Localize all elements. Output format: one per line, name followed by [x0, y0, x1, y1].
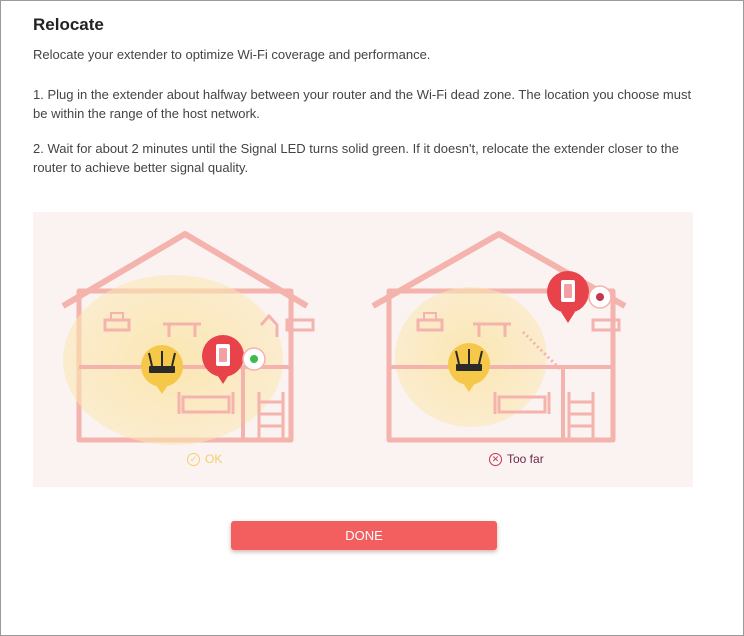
extender-icon-far — [547, 271, 612, 323]
step-2-text: 2. Wait for about 2 minutes until the Si… — [33, 141, 679, 175]
dialog-title: Relocate — [33, 15, 104, 34]
x-circle-icon: ✕ — [489, 452, 502, 466]
placement-illustration — [33, 212, 693, 487]
step-1-text: 1. Plug in the extender about halfway be… — [33, 87, 692, 121]
done-button[interactable]: DONE — [231, 521, 497, 550]
status-ok-caption: ✓ OK — [187, 452, 222, 466]
houses-illustration — [61, 231, 627, 445]
status-too-far-caption: ✕ Too far — [489, 452, 544, 466]
intro-text: Relocate your extender to optimize Wi-Fi… — [33, 47, 431, 62]
relocate-dialog: Relocate Relocate your extender to optim… — [0, 0, 744, 636]
check-circle-icon: ✓ — [187, 452, 200, 466]
status-ok-label: OK — [205, 452, 223, 466]
status-too-far-label: Too far — [507, 452, 544, 466]
